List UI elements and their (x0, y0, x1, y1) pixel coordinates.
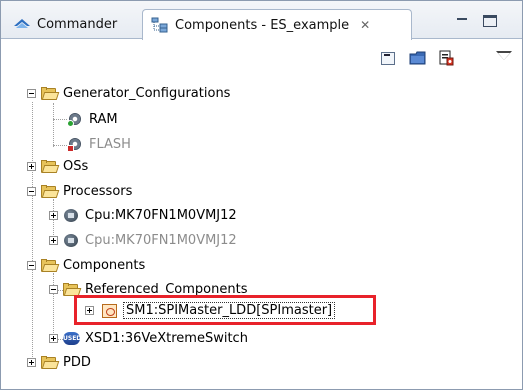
components-view: Commander Components - ES_example ✕ Gene… (0, 0, 523, 390)
cpu-icon (63, 208, 80, 223)
tree-item-processors[interactable]: Processors (41, 181, 132, 201)
folder-open-icon (41, 184, 60, 198)
tree-item-sm1[interactable]: SM1:SPIMaster_LDD[SPImaster] (101, 300, 336, 320)
used-component-icon: USED (63, 331, 81, 346)
cpu-icon (63, 233, 80, 248)
tree-item-xsd1[interactable]: USED XSD1:36VeXtremeSwitch (63, 328, 248, 348)
expand-toggle-sm1[interactable] (85, 306, 94, 315)
tree-item-cpu-2[interactable]: Cpu:MK70FN1M0VMJ12 (63, 230, 237, 250)
folder-open-icon (63, 282, 82, 296)
folder-open-icon (41, 258, 60, 272)
expand-toggle-cpu2[interactable] (49, 236, 58, 245)
gear-disabled-icon (67, 137, 84, 152)
folder-icon (41, 159, 60, 173)
expand-toggle-generator[interactable] (27, 89, 36, 98)
tree-item-oss[interactable]: OSs (41, 156, 88, 176)
tree-item-flash[interactable]: FLASH (67, 134, 131, 154)
expand-toggle-oss[interactable] (27, 162, 36, 171)
expand-toggle-xsd1[interactable] (49, 334, 58, 343)
expand-toggle-processors[interactable] (27, 187, 36, 196)
expand-toggle-components[interactable] (27, 261, 36, 270)
component-tree: Generator_Configurations RAM FLASH OSs P… (1, 1, 522, 389)
folder-icon (41, 355, 60, 369)
folder-open-icon (41, 86, 60, 100)
gear-enabled-icon (67, 112, 84, 127)
tree-item-components[interactable]: Components (41, 255, 145, 275)
expand-toggle-referenced[interactable] (49, 285, 58, 294)
expand-toggle-pdd[interactable] (27, 358, 36, 367)
tree-item-generator-configurations[interactable]: Generator_Configurations (41, 83, 230, 103)
expand-toggle-cpu1[interactable] (49, 211, 58, 220)
tree-item-pdd[interactable]: PDD (41, 352, 91, 372)
component-icon (101, 303, 118, 318)
tree-item-cpu-1[interactable]: Cpu:MK70FN1M0VMJ12 (63, 205, 237, 225)
tree-item-ram[interactable]: RAM (67, 109, 118, 129)
